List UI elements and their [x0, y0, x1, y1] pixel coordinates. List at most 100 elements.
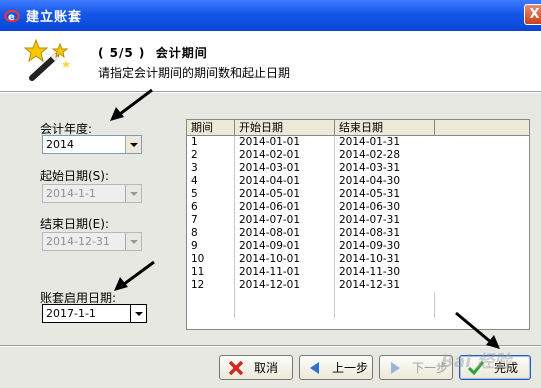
table-row[interactable]: 5 2014-05-01 2014-05-31 [187, 188, 529, 201]
table-row[interactable]: 3 2014-03-01 2014-03-31 [187, 162, 529, 175]
title-bar: e 建立账套 X [0, 0, 541, 31]
left-arrow-icon [310, 361, 319, 374]
table-cell: 2014-06-01 [235, 201, 335, 214]
empty-cell [187, 292, 235, 305]
table-cell: 2014-11-30 [339, 266, 401, 278]
table-row[interactable]: 7 2014-07-01 2014-07-31 [187, 214, 529, 227]
table-cell: 2014-10-01 [235, 253, 335, 266]
table-cell: 2014-10-31 [339, 253, 401, 265]
prev-button[interactable]: 上一步 [299, 355, 373, 380]
table-row[interactable]: 1 2014-01-01 2014-01-31 [187, 136, 529, 149]
column-header: 期间 [187, 120, 235, 135]
watermark: Bai 经验 [440, 352, 511, 372]
table-row[interactable]: 6 2014-06-01 2014-06-30 [187, 201, 529, 214]
chevron-down-icon [134, 311, 143, 316]
app-logo-icon: e [4, 9, 20, 23]
wizard-header: ( 5/5 ) 会计期间 请指定会计期间的期间数和起止日期 [0, 31, 541, 91]
fiscal-year-value: 2014 [46, 138, 74, 151]
table-cell: 2 [187, 149, 235, 162]
annotation-arrow [455, 311, 500, 349]
start-date-label: 起始日期(S): [40, 169, 110, 183]
dropdown-button [125, 185, 141, 202]
step-description: 请指定会计期间的期间数和起止日期 [98, 66, 291, 80]
table-cell: 12 [187, 279, 235, 292]
fiscal-year-select[interactable]: 2014 [42, 135, 142, 154]
table-row[interactable]: 2 2014-02-01 2014-02-28 [187, 149, 529, 162]
table-cell: 2014-07-01 [235, 214, 335, 227]
dropdown-button[interactable] [130, 305, 146, 322]
svg-text:e: e [8, 12, 15, 23]
table-cell: 2014-06-30 [339, 201, 401, 213]
table-cell: 3 [187, 162, 235, 175]
column-header: 开始日期 [235, 120, 335, 135]
chevron-down-icon [129, 142, 138, 147]
empty-cell [335, 305, 435, 318]
table-cell: 2014-04-30 [339, 175, 401, 187]
prev-label: 上一步 [332, 361, 369, 375]
table-row[interactable]: 10 2014-10-01 2014-10-31 [187, 253, 529, 266]
end-date-label: 结束日期(E): [40, 217, 109, 231]
table-cell: 5 [187, 188, 235, 201]
table-cell: 2014-09-01 [235, 240, 335, 253]
table-row[interactable]: 12 2014-12-01 2014-12-31 [187, 279, 529, 292]
table-cell: 2014-12-01 [235, 279, 335, 292]
empty-row [187, 292, 529, 305]
chevron-down-icon [129, 191, 138, 196]
table-cell: 2014-01-31 [339, 136, 401, 148]
empty-cell [235, 305, 335, 318]
empty-cell [235, 292, 335, 305]
table-cell: 6 [187, 201, 235, 214]
table-body: 1 2014-01-01 2014-01-31 2 2014-02-01 2014-02-… [187, 136, 529, 318]
table-header: 期间 开始日期 结束日期 [187, 120, 529, 136]
table-cell: 7 [187, 214, 235, 227]
table-row[interactable]: 4 2014-04-01 2014-04-30 [187, 175, 529, 188]
table-cell: 9 [187, 240, 235, 253]
table-cell: 2014-02-01 [235, 149, 335, 162]
window-title: 建立账套 [26, 10, 83, 25]
table-cell: 2014-04-01 [235, 175, 335, 188]
table-cell: 2014-07-31 [339, 214, 401, 226]
annotation-arrow [114, 260, 155, 291]
table-cell: 10 [187, 253, 235, 266]
column-header: 结束日期 [335, 120, 435, 135]
table-cell: 2014-09-30 [339, 240, 401, 252]
step-title: ( 5/5 ) 会计期间 [98, 46, 208, 60]
main-panel: 会计年度: 2014 起始日期(S): 2014-1-1 结束日期(E): 20… [0, 88, 541, 345]
start-date-value: 2014-1-1 [46, 187, 96, 200]
annotation-arrow [110, 88, 153, 121]
dropdown-button[interactable] [125, 136, 141, 153]
empty-cell [187, 305, 235, 318]
table-cell: 2014-11-01 [235, 266, 335, 279]
table-cell: 2014-08-01 [235, 227, 335, 240]
empty-cell [335, 292, 435, 305]
table-cell: 2014-05-01 [235, 188, 335, 201]
right-arrow-icon [391, 361, 400, 374]
table-cell: 8 [187, 227, 235, 240]
end-date-value: 2014-12-31 [46, 235, 110, 248]
table-cell: 2014-12-31 [339, 279, 401, 291]
table-cell: 4 [187, 175, 235, 188]
dropdown-button [125, 233, 141, 250]
table-row[interactable]: 11 2014-11-01 2014-11-30 [187, 266, 529, 279]
table-cell: 2014-08-31 [339, 227, 401, 239]
table-cell: 1 [187, 136, 235, 149]
start-date-select: 2014-1-1 [42, 184, 142, 203]
table-row[interactable]: 9 2014-09-01 2014-09-30 [187, 240, 529, 253]
x-icon [228, 360, 244, 375]
chevron-down-icon [129, 239, 138, 244]
close-button[interactable]: X [524, 4, 541, 25]
magic-wand-icon [23, 38, 70, 81]
table-cell: 2014-01-01 [235, 136, 335, 149]
table-cell: 11 [187, 266, 235, 279]
enable-date-value: 2017-1-1 [46, 307, 96, 320]
cancel-label: 取消 [254, 361, 279, 375]
table-cell: 2014-03-01 [235, 162, 335, 175]
table-cell: 2014-05-31 [339, 188, 401, 200]
enable-date-select[interactable]: 2017-1-1 [42, 304, 147, 323]
end-date-select: 2014-12-31 [42, 232, 142, 251]
cancel-button[interactable]: 取消 [219, 355, 293, 380]
periods-table[interactable]: 期间 开始日期 结束日期 1 2014-01-01 2014-01-31 2 2014-… [186, 119, 530, 330]
table-cell: 2014-02-28 [339, 149, 401, 161]
table-row[interactable]: 8 2014-08-01 2014-08-31 [187, 227, 529, 240]
table-cell: 2014-03-31 [339, 162, 401, 174]
